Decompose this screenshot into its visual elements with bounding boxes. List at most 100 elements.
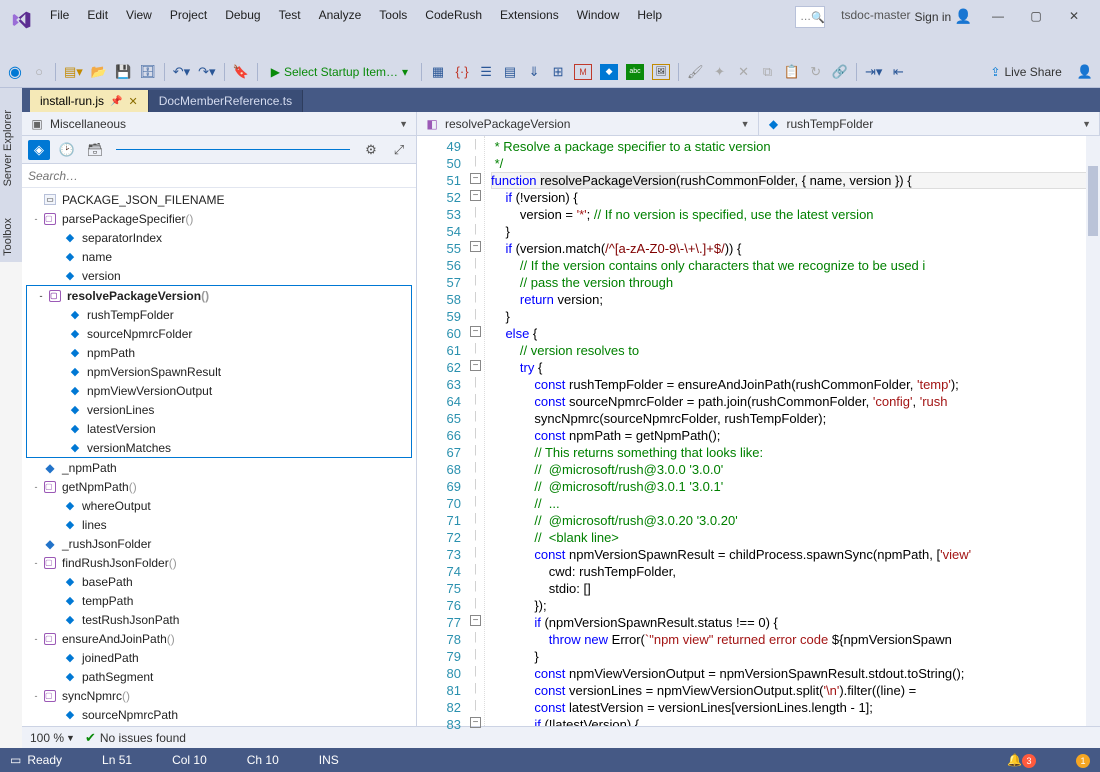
- undo-icon[interactable]: ↶▾: [170, 61, 193, 83]
- tool-icon-chart[interactable]: ⊞: [547, 61, 569, 83]
- structure-history-icon[interactable]: 🕑: [56, 140, 78, 160]
- tree-field-npmPath[interactable]: ◆npmPath: [27, 343, 411, 362]
- vertical-scrollbar[interactable]: [1086, 136, 1100, 726]
- tree-field-npmVersionSpawnResult[interactable]: ◆npmVersionSpawnResult: [27, 362, 411, 381]
- tree-field-sourceNpmrcPath[interactable]: ◆sourceNpmrcPath: [22, 705, 416, 724]
- tree-field-latestVersion[interactable]: ◆latestVersion: [27, 419, 411, 438]
- tree-global-_rushJsonFolder[interactable]: ◆_rushJsonFolder: [22, 534, 416, 553]
- tree-field-testRushJsonPath[interactable]: ◆testRushJsonPath: [22, 610, 416, 629]
- tree-field-versionMatches[interactable]: ◆versionMatches: [27, 438, 411, 457]
- tree-global-_npmPath[interactable]: ◆_npmPath: [22, 458, 416, 477]
- close-icon[interactable]: ✕: [128, 95, 137, 108]
- tool-icon-download[interactable]: ⇓: [523, 61, 545, 83]
- tool-icon-indent[interactable]: ⇥▾: [862, 61, 885, 83]
- structure-search[interactable]: [22, 164, 416, 188]
- tool-icon-grid[interactable]: ▤: [499, 61, 521, 83]
- feedback-icon[interactable]: 👤: [1074, 61, 1096, 83]
- file-tab[interactable]: install-run.js📌✕: [30, 90, 149, 112]
- menu-edit[interactable]: Edit: [79, 4, 116, 26]
- fold-toggle-icon[interactable]: −: [470, 360, 481, 371]
- startup-item-dropdown[interactable]: ▶ Select Startup Item… ▾: [263, 65, 416, 79]
- gear-icon[interactable]: ⚙: [360, 140, 382, 160]
- structure-db-icon[interactable]: 🗃: [84, 140, 106, 160]
- tree-method-parsePackageSpecifier[interactable]: -▢parsePackageSpecifier (): [22, 209, 416, 228]
- menu-extensions[interactable]: Extensions: [492, 4, 567, 26]
- menu-test[interactable]: Test: [271, 4, 309, 26]
- redo-icon[interactable]: ↷▾: [195, 61, 218, 83]
- tool-icon-brush[interactable]: 🖌: [684, 61, 707, 83]
- side-tab-toolbox[interactable]: Toolbox: [0, 212, 22, 262]
- tree-field-versionLines[interactable]: ◆versionLines: [27, 400, 411, 419]
- tree-field-tempPath[interactable]: ◆tempPath: [22, 591, 416, 610]
- window-minimize-icon[interactable]: —: [986, 4, 1010, 28]
- tree-field-rushTempFolder[interactable]: ◆rushTempFolder: [27, 305, 411, 324]
- tool-icon-paste[interactable]: 📋: [781, 61, 803, 83]
- tree-field-whereOutput[interactable]: ◆whereOutput: [22, 496, 416, 515]
- tree-field-basePath[interactable]: ◆basePath: [22, 572, 416, 591]
- tree-field-name[interactable]: ◆name: [22, 247, 416, 266]
- tree-field-joinedPath[interactable]: ◆joinedPath: [22, 648, 416, 667]
- liveshare-button[interactable]: ⇪ Live Share: [980, 65, 1071, 79]
- tool-icon-1[interactable]: ▦: [427, 61, 449, 83]
- menu-coderush[interactable]: CodeRush: [417, 4, 490, 26]
- tree-method-syncNpmrc[interactable]: -▢syncNpmrc (): [22, 686, 416, 705]
- tree-method-ensureAndJoinPath[interactable]: -▢ensureAndJoinPath (): [22, 629, 416, 648]
- menu-project[interactable]: Project: [162, 4, 215, 26]
- tool-icon-wand[interactable]: ✦: [709, 61, 731, 83]
- zoom-level[interactable]: 100 % ▼: [30, 731, 75, 745]
- menu-help[interactable]: Help: [629, 4, 670, 26]
- tool-icon-img[interactable]: 🖼: [649, 61, 673, 83]
- fold-toggle-icon[interactable]: −: [470, 173, 481, 184]
- tool-icon-refresh[interactable]: ↻: [805, 61, 827, 83]
- file-tab[interactable]: DocMemberReference.ts: [149, 90, 303, 112]
- menu-window[interactable]: Window: [569, 4, 628, 26]
- issues-indicator[interactable]: ✔ No issues found: [85, 730, 186, 746]
- new-item-icon[interactable]: ▤▾: [61, 61, 86, 83]
- code-editor[interactable]: 4950515253545556575859606162636465666768…: [417, 136, 1100, 726]
- tool-icon-m[interactable]: M: [571, 61, 595, 83]
- fold-toggle-icon[interactable]: −: [470, 615, 481, 626]
- menu-search[interactable]: … 🔍: [795, 6, 825, 28]
- structure-tree[interactable]: ▭PACKAGE_JSON_FILENAME-▢parsePackageSpec…: [22, 188, 416, 726]
- expand-icon[interactable]: ⤢: [388, 140, 410, 160]
- code-area[interactable]: * Resolve a package specifier to a stati…: [485, 136, 1100, 726]
- pin-icon[interactable]: 📌: [110, 96, 122, 107]
- nav-fwd-icon[interactable]: ○: [28, 61, 50, 83]
- tree-method-getNpmPath[interactable]: -▢getNpmPath (): [22, 477, 416, 496]
- signin-link[interactable]: Sign in 👤: [915, 8, 972, 25]
- notification-alert-icon[interactable]: 1: [1076, 753, 1090, 768]
- menu-view[interactable]: View: [118, 4, 160, 26]
- menu-debug[interactable]: Debug: [217, 4, 268, 26]
- save-all-icon[interactable]: 🗄: [136, 61, 159, 83]
- menu-analyze[interactable]: Analyze: [311, 4, 370, 26]
- context-scope[interactable]: ▣ Miscellaneous ▼: [22, 112, 417, 135]
- window-close-icon[interactable]: ✕: [1062, 4, 1086, 28]
- nav-back-icon[interactable]: ◉: [4, 61, 26, 83]
- menu-file[interactable]: File: [42, 4, 77, 26]
- tree-field-pathSegment[interactable]: ◆pathSegment: [22, 667, 416, 686]
- fold-gutter[interactable]: ||−−||−||||−|−||||||||||||||−|||||−: [467, 136, 485, 726]
- tool-icon-list[interactable]: ☰: [475, 61, 497, 83]
- open-icon[interactable]: 📂: [88, 61, 110, 83]
- tool-icon-outdent[interactable]: ⇤: [887, 61, 909, 83]
- tool-icon-x[interactable]: ✕: [733, 61, 755, 83]
- bookmark-icon[interactable]: 🔖: [230, 61, 252, 83]
- window-maximize-icon[interactable]: ▢: [1024, 4, 1048, 28]
- context-type[interactable]: ◧ resolvePackageVersion ▼: [417, 112, 759, 135]
- tool-icon-braces[interactable]: {·}: [451, 61, 473, 83]
- tree-field-version[interactable]: ◆version: [22, 266, 416, 285]
- fold-toggle-icon[interactable]: −: [470, 326, 481, 337]
- fold-toggle-icon[interactable]: −: [470, 241, 481, 252]
- side-tab-server-explorer[interactable]: Server Explorer: [0, 104, 22, 192]
- tree-field-sourceNpmrcFolder[interactable]: ◆sourceNpmrcFolder: [27, 324, 411, 343]
- context-member[interactable]: ◆ rushTempFolder ▼: [759, 112, 1100, 135]
- tree-method-findRushJsonFolder[interactable]: -▢findRushJsonFolder (): [22, 553, 416, 572]
- tool-icon-pin[interactable]: ◆: [597, 61, 621, 83]
- fold-toggle-icon[interactable]: −: [470, 190, 481, 201]
- fold-toggle-icon[interactable]: −: [470, 717, 481, 728]
- tree-const-PACKAGE_JSON_FILENAME[interactable]: ▭PACKAGE_JSON_FILENAME: [22, 190, 416, 209]
- notification-bell-icon[interactable]: 🔔3: [1007, 753, 1036, 768]
- structure-nav-icon[interactable]: ◈: [28, 140, 50, 160]
- tool-icon-abc[interactable]: abc: [623, 61, 647, 83]
- tool-icon-copy[interactable]: ⧉: [757, 61, 779, 83]
